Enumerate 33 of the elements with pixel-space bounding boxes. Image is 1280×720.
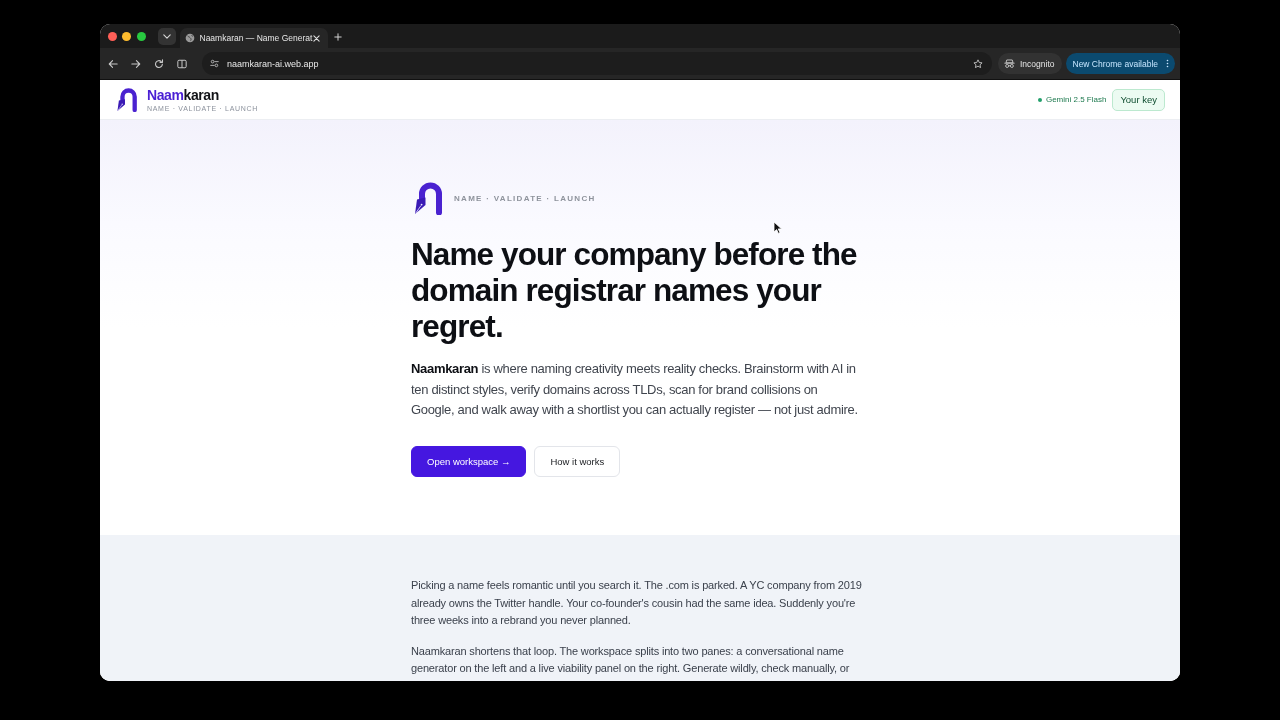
how-it-works-button[interactable]: How it works bbox=[534, 446, 621, 477]
incognito-button[interactable]: Incognito bbox=[998, 53, 1062, 74]
bookmark-star-icon[interactable] bbox=[973, 58, 983, 69]
pen-nib-logo-icon bbox=[413, 181, 445, 215]
pen-nib-logo-icon[interactable] bbox=[116, 87, 139, 112]
story-paragraph: Picking a name feels romantic until you search it. The .com is parked. A YC company from 2019 already owns the Twitter handle. Your co-founder's cousin had the same idea. Suddenly you're three weeks into a rebrand you never planned. bbox=[411, 578, 863, 628]
forward-arrow-icon[interactable] bbox=[131, 58, 141, 69]
browser-tab[interactable]: Naamkaran — Name Generat bbox=[179, 28, 328, 48]
hero-tagline: NAME · VALIDATE · LAUNCH bbox=[454, 193, 596, 203]
chevron-down-icon bbox=[162, 34, 171, 39]
site-settings-icon[interactable] bbox=[210, 59, 219, 68]
your-key-button[interactable]: Your key bbox=[1112, 88, 1165, 111]
status-dot-icon bbox=[1037, 97, 1042, 102]
mouse-cursor-icon bbox=[773, 221, 782, 234]
new-tab-icon[interactable] bbox=[333, 33, 342, 41]
split-view-icon[interactable] bbox=[177, 58, 187, 69]
tab-list-button[interactable] bbox=[157, 28, 176, 45]
brand-name: Naamkaran bbox=[147, 87, 220, 103]
reload-icon[interactable] bbox=[154, 58, 164, 69]
globe-icon bbox=[184, 33, 195, 43]
window-minimize-button[interactable] bbox=[122, 32, 131, 41]
window-close-button[interactable] bbox=[107, 32, 117, 41]
close-icon[interactable] bbox=[312, 34, 320, 42]
model-label: Gemini 2.5 Flash bbox=[1045, 95, 1107, 104]
hero-intro: Naamkaran is where naming creativity meets reality checks. Brainstorm with AI in ten distinct styles, verify domains across TLDs, scan for brand collisions on Google, and walk away with a shortlist you can actually register — not just admire. bbox=[411, 360, 859, 419]
update-chrome-button[interactable]: New Chrome available bbox=[1065, 53, 1175, 74]
open-workspace-button[interactable]: Open workspace → bbox=[411, 446, 527, 477]
incognito-icon bbox=[1004, 58, 1015, 69]
story-paragraph: Naamkaran shortens that loop. The workspace splits into two panes: a conversational name generator on the left and a live viability panel on the right. Generate wildly, check manually, or bbox=[411, 643, 851, 676]
back-arrow-icon[interactable] bbox=[108, 58, 118, 69]
window-zoom-button[interactable] bbox=[136, 32, 146, 41]
hero-heading: Name your company before the domain registrar names your regret. bbox=[411, 236, 858, 344]
address-bar[interactable]: naamkaran-ai.web.app bbox=[202, 52, 992, 75]
